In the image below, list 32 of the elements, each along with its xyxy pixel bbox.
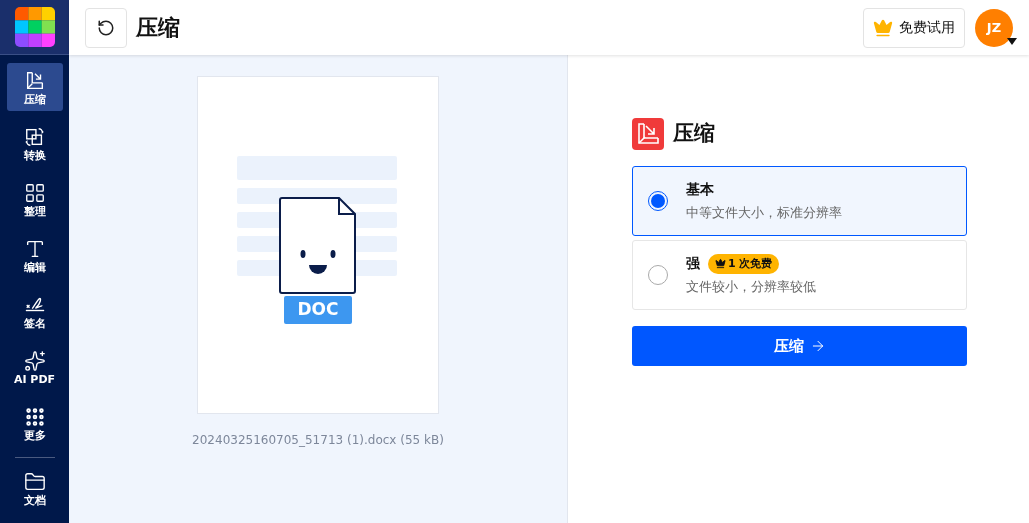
- caret-icon: [1007, 37, 1017, 45]
- dots-grid-icon: [23, 405, 46, 428]
- compression-option[interactable]: 强 1 次免费 文件较小，分辨率较低: [632, 240, 967, 310]
- sparkles-icon: [23, 349, 46, 372]
- free-trial-button[interactable]: 免费试用: [863, 7, 965, 48]
- option-title: 强: [686, 254, 700, 274]
- logo-icon: [14, 7, 55, 47]
- option-title: 基本: [686, 180, 714, 200]
- compress-icon: [632, 118, 664, 150]
- sidebar-item[interactable]: 转换: [6, 119, 63, 167]
- folder-icon: [23, 470, 46, 493]
- sidebar-item[interactable]: 文档: [6, 464, 63, 512]
- panel-title: 压缩: [673, 120, 715, 148]
- file-name: 20240325160705_51713 (1).docx (55 kB): [192, 432, 444, 449]
- sidebar-item[interactable]: 签名: [6, 287, 63, 335]
- convert-icon: [23, 125, 46, 148]
- sidebar-item[interactable]: AI PDF: [6, 343, 63, 391]
- compression-option[interactable]: 基本 中等文件大小，标准分辨率: [632, 166, 967, 236]
- compress-button[interactable]: 压缩: [632, 326, 967, 366]
- sidebar-item[interactable]: 更多: [6, 399, 63, 447]
- file-type-badge: DOC: [284, 296, 352, 324]
- option-description: 中等文件大小，标准分辨率: [686, 204, 842, 223]
- sidebar-item[interactable]: 整理: [6, 175, 63, 223]
- page-title: 压缩: [136, 14, 180, 42]
- option-description: 文件较小，分辨率较低: [686, 278, 816, 297]
- crown-icon: [873, 17, 893, 38]
- undo-icon: [97, 18, 115, 37]
- free-uses-badge: 1 次免费: [708, 253, 780, 274]
- grid-icon: [23, 181, 46, 204]
- sidebar-item[interactable]: 编辑: [6, 231, 63, 279]
- undo-button[interactable]: [85, 7, 127, 48]
- sidebar-item[interactable]: 压缩: [6, 63, 63, 111]
